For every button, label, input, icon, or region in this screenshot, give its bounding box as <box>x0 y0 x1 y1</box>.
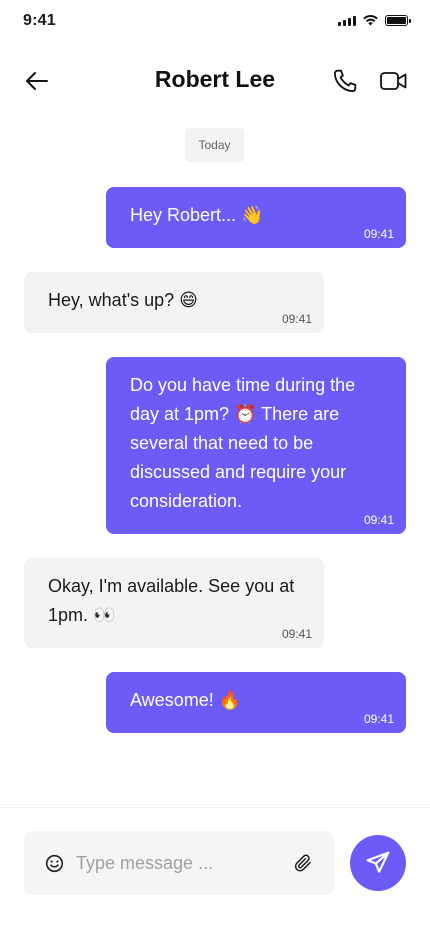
message-text: Okay, I'm available. See you at 1pm. 👀 <box>48 576 295 625</box>
chat-header: Robert Lee <box>0 50 430 110</box>
message-bubble-received[interactable]: Okay, I'm available. See you at 1pm. 👀 0… <box>24 558 324 648</box>
message-text: Awesome! 🔥 <box>130 690 242 710</box>
message-bubble-received[interactable]: Hey, what's up? 😄 09:41 <box>24 272 324 333</box>
status-bar: 9:41 <box>0 0 430 44</box>
message-timestamp: 09:41 <box>363 712 394 726</box>
message-timestamp: 09:41 <box>281 627 312 641</box>
paperclip-icon <box>294 854 311 872</box>
smiley-icon <box>45 854 63 872</box>
message-text: Hey, what's up? 😄 <box>48 290 198 310</box>
chat-screen: 9:41 Robert Lee Today Hey Robert... 👋 09… <box>0 0 430 932</box>
message-input[interactable] <box>76 849 276 877</box>
message-bubble-sent[interactable]: Awesome! 🔥 09:41 <box>106 672 406 733</box>
message-timestamp: 09:41 <box>363 513 394 527</box>
date-separator: Today <box>185 128 244 162</box>
message-timestamp: 09:41 <box>281 312 312 326</box>
voice-call-button[interactable] <box>330 66 360 96</box>
composer-divider <box>0 807 430 808</box>
battery-icon <box>385 14 411 26</box>
status-icons <box>338 14 411 26</box>
wifi-icon <box>363 14 378 26</box>
message-timestamp: 09:41 <box>363 227 394 241</box>
status-time: 9:41 <box>23 12 56 29</box>
video-call-button[interactable] <box>377 66 409 96</box>
message-text: Hey Robert... 👋 <box>130 205 264 225</box>
paper-plane-icon <box>366 851 390 873</box>
message-bubble-sent[interactable]: Do you have time during the day at 1pm? … <box>106 357 406 534</box>
emoji-button[interactable] <box>44 853 64 873</box>
cellular-signal-icon <box>338 15 356 26</box>
attach-button[interactable] <box>292 851 314 875</box>
message-text: Do you have time during the day at 1pm? … <box>130 375 356 511</box>
video-camera-icon <box>379 72 406 90</box>
send-button[interactable] <box>350 835 406 891</box>
message-bubble-sent[interactable]: Hey Robert... 👋 09:41 <box>106 187 406 248</box>
contact-name: Robert Lee <box>154 66 276 92</box>
phone-icon <box>333 69 357 93</box>
composer-box <box>24 831 334 895</box>
